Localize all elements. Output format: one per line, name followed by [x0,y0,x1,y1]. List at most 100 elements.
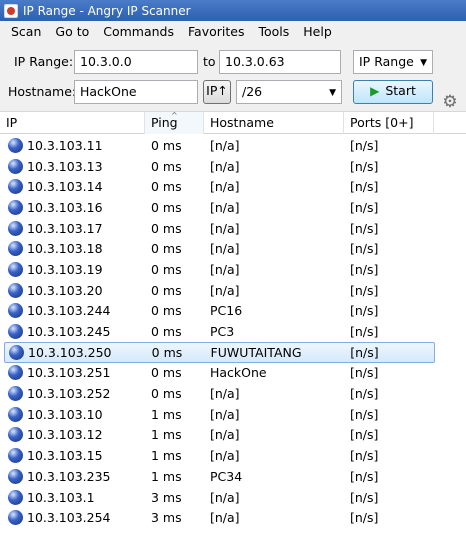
host-alive-icon [8,324,23,340]
ports-cell: [n/s] [350,448,379,464]
ports-cell: [n/s] [350,427,379,443]
ip-value: 10.3.103.250 [28,344,112,360]
hostname-cell: PC3 [210,324,235,340]
ports-cell: [n/s] [350,365,379,381]
host-alive-icon [8,261,23,277]
ip-end-input[interactable]: 10.3.0.63 [219,50,341,74]
start-button[interactable]: ▶ Start [353,80,433,104]
ports-cell: [n/s] [350,324,379,340]
hostname-cell: HackOne [210,365,267,381]
menu-help[interactable]: Help [296,24,339,39]
ip-value: 10.3.103.19 [27,261,103,277]
hostname-cell: [n/a] [210,179,240,195]
ip-value: 10.3.103.10 [27,406,103,422]
column-header-hostname[interactable]: Hostname [204,112,344,134]
ports-cell: [n/s] [350,303,379,319]
ip-value: 10.3.103.11 [27,137,103,153]
hostname-input[interactable]: HackOne [74,80,198,104]
menu-go-to[interactable]: Go to [48,24,96,39]
hostname-cell: [n/a] [210,448,240,464]
ip-cell: 10.3.103.235 [0,468,145,484]
table-row[interactable]: 10.3.103.18 0 ms [n/a] [n/s] [0,238,466,259]
netmask-select[interactable]: /26 ▼ [236,80,342,104]
ping-cell: 0 ms [151,303,182,319]
ping-cell: 0 ms [151,386,182,402]
sort-arrow-icon: ^ [171,111,178,120]
host-alive-icon [8,179,23,195]
ip-cell: 10.3.103.252 [0,386,145,402]
host-alive-icon [8,303,23,319]
ip-value: 10.3.103.244 [27,303,111,319]
start-button-label: Start [385,83,416,98]
menu-favorites[interactable]: Favorites [181,24,251,39]
gear-icon[interactable]: ⚙ [441,93,459,111]
ip-range-label: IP Range: [14,54,74,69]
table-row[interactable]: 10.3.103.16 0 ms [n/a] [n/s] [0,197,466,218]
host-alive-icon [8,220,23,236]
ip-cell: 10.3.103.15 [0,448,145,464]
ports-cell: [n/s] [350,386,379,402]
ip-up-button[interactable]: IP↑ [203,80,231,104]
column-header-ping[interactable]: ^ Ping [145,111,204,134]
ip-start-input[interactable]: 10.3.0.0 [74,50,198,74]
ip-cell: 10.3.103.10 [0,406,145,422]
menu-scan[interactable]: Scan [4,24,48,39]
ping-cell: 0 ms [151,158,182,174]
table-row[interactable]: 10.3.103.245 0 ms PC3 [n/s] [0,321,466,342]
ip-value: 10.3.103.20 [27,282,103,298]
hostname-cell: PC16 [210,303,243,319]
table-row[interactable]: 10.3.103.252 0 ms [n/a] [n/s] [0,383,466,404]
table-row[interactable]: 10.3.103.11 0 ms [n/a] [n/s] [0,135,466,156]
table-row[interactable]: 10.3.103.12 1 ms [n/a] [n/s] [0,425,466,446]
hostname-cell: [n/a] [210,261,240,277]
ip-cell: 10.3.103.14 [0,179,145,195]
hostname-cell: [n/a] [210,386,240,402]
table-row[interactable]: 10.3.103.19 0 ms [n/a] [n/s] [0,259,466,280]
results-table: IP ^ Ping Hostname Ports [0+] 10.3.103.1… [0,111,466,540]
ping-cell: 0 ms [151,282,182,298]
column-header-ip[interactable]: IP [0,112,145,134]
ports-cell: [n/s] [350,468,379,484]
host-alive-icon [8,427,23,443]
ping-cell: 0 ms [151,324,182,340]
ip-value: 10.3.103.15 [27,448,103,464]
table-row[interactable]: 10.3.103.251 0 ms HackOne [n/s] [0,363,466,384]
ip-cell: 10.3.103.19 [0,261,145,277]
table-row[interactable]: 10.3.103.235 1 ms PC34 [n/s] [0,466,466,487]
ping-cell: 0 ms [151,220,182,236]
ports-cell: [n/s] [350,137,379,153]
menu-commands[interactable]: Commands [96,24,181,39]
ip-value: 10.3.103.17 [27,220,103,236]
hostname-cell: [n/a] [210,489,240,505]
ip-value: 10.3.103.251 [27,365,111,381]
table-row[interactable]: 10.3.103.13 0 ms [n/a] [n/s] [0,156,466,177]
table-row[interactable]: 10.3.103.1 3 ms [n/a] [n/s] [0,487,466,508]
table-row[interactable]: 10.3.103.17 0 ms [n/a] [n/s] [0,218,466,239]
ports-cell: [n/s] [350,261,379,277]
hostname-cell: [n/a] [210,199,240,215]
menu-tools[interactable]: Tools [251,24,296,39]
ip-value: 10.3.103.254 [27,510,111,526]
table-row[interactable]: 10.3.103.15 1 ms [n/a] [n/s] [0,445,466,466]
feeder-select-value: IP Range [359,54,414,69]
ports-cell: [n/s] [350,510,379,526]
table-row[interactable]: 10.3.103.254 3 ms [n/a] [n/s] [0,507,466,528]
ping-cell: 3 ms [151,510,182,526]
ip-value: 10.3.103.235 [27,468,111,484]
host-alive-icon [8,199,23,215]
ip-value: 10.3.103.14 [27,179,103,195]
ip-cell: 10.3.103.244 [0,303,145,319]
column-header-ports[interactable]: Ports [0+] [344,112,434,134]
feeder-select[interactable]: IP Range ▼ [353,50,433,74]
ping-cell: 0 ms [151,199,182,215]
hostname-cell: [n/a] [210,427,240,443]
ping-cell: 1 ms [151,448,182,464]
table-row[interactable]: 10.3.103.10 1 ms [n/a] [n/s] [0,404,466,425]
ip-cell: 10.3.103.16 [0,199,145,215]
table-row[interactable]: 10.3.103.244 0 ms PC16 [n/s] [0,301,466,322]
host-alive-icon [9,344,24,360]
table-row[interactable]: 10.3.103.250 0 ms FUWUTAITANG [n/s] [4,341,435,363]
table-row[interactable]: 10.3.103.20 0 ms [n/a] [n/s] [0,280,466,301]
table-row[interactable]: 10.3.103.14 0 ms [n/a] [n/s] [0,176,466,197]
ip-cell: 10.3.103.251 [0,365,145,381]
